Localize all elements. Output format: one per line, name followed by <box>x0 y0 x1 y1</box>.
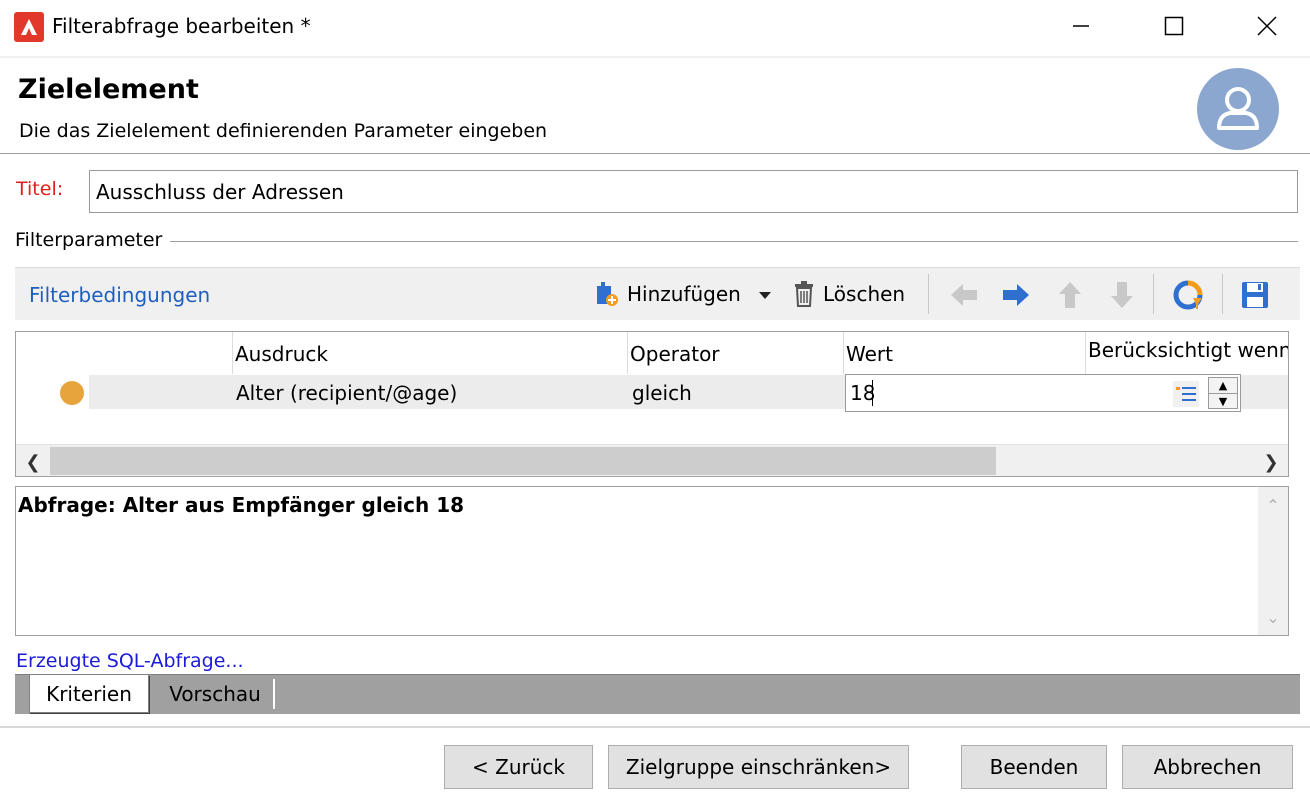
titlebar-divider <box>0 56 1310 58</box>
arrow-down-icon <box>1111 282 1133 308</box>
conditions-grid: Ausdruck Operator Wert Berücksichtigt we… <box>15 331 1289 477</box>
trash-icon <box>795 281 813 307</box>
toolbar-separator <box>1153 274 1154 314</box>
minimize-icon <box>1073 25 1089 27</box>
cancel-button[interactable]: Abbrechen <box>1122 745 1293 789</box>
group-divider <box>170 241 1298 242</box>
move-down-button[interactable] <box>1105 278 1139 312</box>
toolbar-separator <box>1222 274 1223 314</box>
footer-divider <box>0 726 1310 728</box>
tab-divider <box>273 679 275 709</box>
titel-label: Titel: <box>16 178 64 200</box>
horizontal-scrollbar[interactable]: ❮ ❯ <box>16 444 1288 476</box>
titel-input[interactable] <box>89 170 1298 213</box>
window-title: Filterabfrage bearbeiten * <box>52 14 311 38</box>
window-titlebar: Filterabfrage bearbeiten * <box>0 0 1310 54</box>
delete-condition-button[interactable]: Löschen <box>791 277 905 311</box>
header-divider <box>0 153 1310 154</box>
move-left-button[interactable] <box>947 278 981 312</box>
value-input[interactable]: 18 ▲ ▼ <box>845 374 1241 412</box>
move-right-button[interactable] <box>999 278 1033 312</box>
move-up-button[interactable] <box>1053 278 1087 312</box>
spinner-down-icon[interactable]: ▼ <box>1209 393 1237 408</box>
close-icon <box>1257 16 1277 36</box>
user-avatar-icon <box>1197 68 1279 150</box>
filter-toolbar: Filterbedingungen Hinzufügen Löschen <box>15 267 1300 320</box>
back-button[interactable]: < Zurück <box>444 745 593 789</box>
scroll-left-icon[interactable]: ❮ <box>18 450 48 474</box>
filter-refresh-button[interactable] <box>1171 278 1205 312</box>
column-header-operator[interactable]: Operator <box>627 332 843 374</box>
list-edit-icon <box>1176 387 1196 401</box>
chevron-down-icon <box>759 292 771 299</box>
column-header-value[interactable]: Wert <box>843 332 1086 374</box>
delete-condition-label: Löschen <box>823 282 906 306</box>
page-title: Zielelement <box>18 74 199 105</box>
status-dot-icon <box>60 381 84 405</box>
maximize-icon <box>1164 16 1184 36</box>
tab-vorschau[interactable]: Vorschau <box>155 675 275 713</box>
value-spinner[interactable]: ▲ ▼ <box>1208 377 1238 409</box>
spinner-up-icon[interactable]: ▲ <box>1209 378 1237 393</box>
tab-bar: Kriterien Vorschau <box>15 674 1300 714</box>
close-button[interactable] <box>1244 4 1290 48</box>
arrow-left-icon <box>951 284 977 306</box>
tab-kriterien[interactable]: Kriterien <box>29 675 149 713</box>
save-filter-button[interactable] <box>1238 278 1272 312</box>
add-condition-icon <box>597 282 618 306</box>
scroll-right-icon[interactable]: ❯ <box>1256 450 1286 474</box>
arrow-up-icon <box>1059 282 1081 308</box>
row-expression[interactable]: Alter (recipient/@age) <box>236 381 457 405</box>
maximize-button[interactable] <box>1151 4 1197 48</box>
filter-group-label: Filterparameter <box>15 229 169 251</box>
arrow-right-icon <box>1003 284 1029 306</box>
minimize-button[interactable] <box>1058 4 1104 48</box>
vertical-scrollbar[interactable]: ⌃ ⌄ <box>1258 487 1288 635</box>
save-icon <box>1242 282 1268 308</box>
finish-button[interactable]: Beenden <box>961 745 1107 789</box>
generated-sql-link[interactable]: Erzeugte SQL-Abfrage... <box>16 650 244 672</box>
toolbar-separator <box>928 274 929 314</box>
column-header-expression[interactable]: Ausdruck <box>232 332 629 374</box>
add-condition-button[interactable]: Hinzufügen <box>593 277 741 311</box>
query-text: Abfrage: Alter aus Empfänger gleich 18 <box>18 493 465 517</box>
filter-conditions-label: Filterbedingungen <box>29 283 211 307</box>
app-logo-icon <box>14 12 44 42</box>
scroll-down-icon[interactable]: ⌄ <box>1258 603 1288 631</box>
scrollbar-thumb[interactable] <box>50 447 996 475</box>
grid-header: Ausdruck Operator Wert Berücksichtigt we… <box>16 332 1288 374</box>
text-caret <box>872 380 873 406</box>
value-list-button[interactable] <box>1173 381 1199 407</box>
restrict-target-button[interactable]: Zielgruppe einschränken> <box>608 745 909 789</box>
add-condition-label: Hinzufügen <box>627 282 741 306</box>
column-header-condition[interactable]: Berücksichtigt wenn <box>1085 332 1288 374</box>
page-subtitle: Die das Zielelement definierenden Parame… <box>19 120 548 142</box>
row-operator[interactable]: gleich <box>632 381 692 405</box>
query-summary-box: Abfrage: Alter aus Empfänger gleich 18 ⌃… <box>15 486 1289 636</box>
add-dropdown-button[interactable] <box>755 278 775 312</box>
scroll-up-icon[interactable]: ⌃ <box>1258 491 1288 519</box>
filter-refresh-icon <box>1173 280 1203 310</box>
